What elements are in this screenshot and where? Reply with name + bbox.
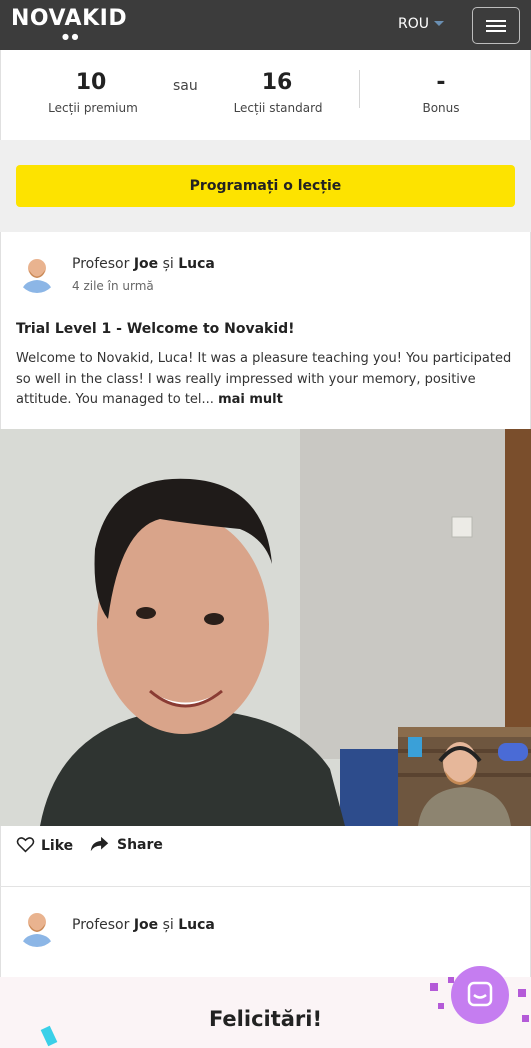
standard-count: 16 [261,70,293,95]
post-body: Welcome to Novakid, Luca! It was a pleas… [16,349,516,411]
post-timestamp: 4 zile în urmă [72,279,154,293]
share-icon [90,836,109,852]
stats-divider [359,70,360,108]
chat-icon [467,981,493,1007]
caret-down-icon[interactable] [434,21,444,26]
teacher-pip-image [398,727,531,826]
menu-button[interactable] [472,7,520,44]
heart-icon [16,837,35,853]
menu-icon-bar [486,20,506,22]
teacher-prefix: Profesor [72,256,130,272]
like-label: Like [41,838,74,854]
bonus-label: Bonus [422,101,460,115]
teacher-avatar-2[interactable] [17,907,57,947]
logo-mark-icon: ● ● [62,32,79,41]
teacher-video-pip[interactable] [398,727,531,826]
student-name-2[interactable]: Luca [178,917,215,933]
premium-label: Lecții premium [48,101,138,115]
teacher-student-names-2: Profesor Joe și Luca [72,917,215,933]
share-button[interactable]: Share [90,836,163,853]
bonus-count: - [436,70,446,95]
lesson-stats: 10 Lecții premium sau 16 Lecții standard… [0,50,531,140]
teacher-avatar[interactable] [17,253,57,293]
language-selector[interactable]: ROU [398,16,429,32]
teacher-prefix-2: Profesor [72,917,130,933]
teacher-name[interactable]: Joe [134,256,158,272]
teacher-avatar-image-2 [17,907,57,947]
post-title: Trial Level 1 - Welcome to Novakid! [16,321,295,337]
standard-label: Lecții standard [233,101,323,115]
teacher-avatar-image [17,253,57,293]
novakid-logo[interactable]: NOVAKID [11,6,127,31]
share-label: Share [117,837,163,853]
premium-count: 10 [75,70,107,95]
menu-icon-bar [486,30,506,32]
schedule-lesson-button[interactable]: Programați o lecție [16,165,515,207]
teacher-student-names: Profesor Joe și Luca [72,256,215,272]
stats-separator-text: sau [173,78,198,94]
menu-icon-bar [486,25,506,27]
conjunction-2: și [162,917,174,933]
top-header: NOVAKID ● ● ROU [0,0,531,50]
like-button[interactable]: Like [16,836,73,854]
read-more-link[interactable]: mai mult [218,392,283,407]
conjunction: și [162,256,174,272]
chat-button[interactable] [451,966,509,1024]
student-name[interactable]: Luca [178,256,215,272]
teacher-name-2[interactable]: Joe [134,917,158,933]
